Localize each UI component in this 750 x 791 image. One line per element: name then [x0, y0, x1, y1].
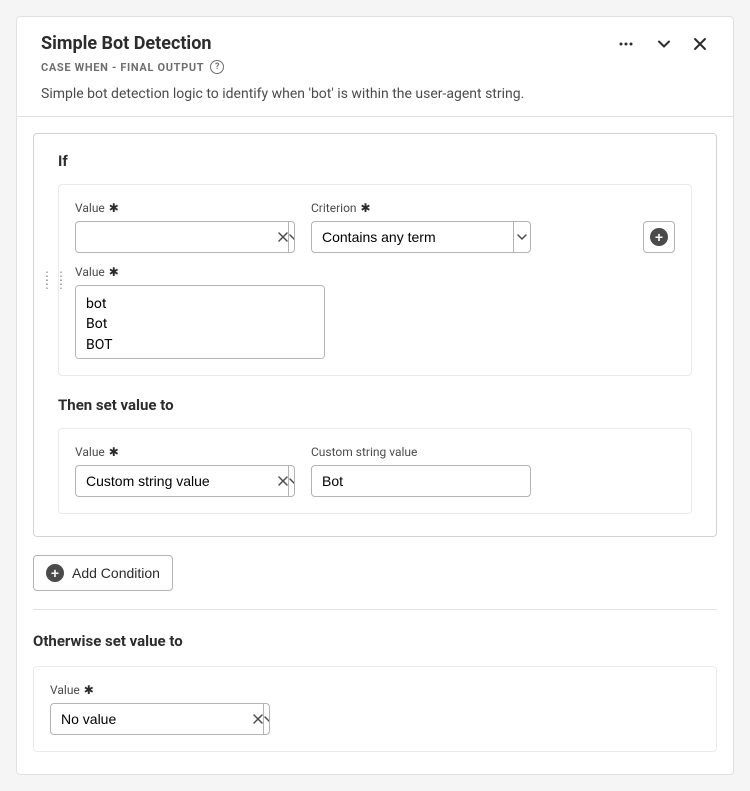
drag-handle-icon[interactable]: ⋮⋮⋮⋮⋮⋮: [41, 274, 69, 286]
then-inner-block: Value ✱: [58, 428, 692, 514]
if-value-label: Value ✱: [75, 201, 295, 215]
clear-button[interactable]: [252, 704, 263, 734]
condition-block: If ⋮⋮⋮⋮⋮⋮ Value ✱: [33, 133, 717, 537]
dropdown-button[interactable]: [288, 466, 295, 496]
x-icon: [253, 714, 263, 724]
panel-description: Simple bot detection logic to identify w…: [41, 86, 709, 102]
otherwise-value-input[interactable]: [51, 704, 252, 734]
panel-header: Simple Bot Detection CASE WHEN - FINAL O…: [17, 17, 733, 117]
plus-icon: +: [650, 228, 668, 246]
chevron-down-icon: [517, 232, 527, 242]
add-condition-label: Add Condition: [72, 565, 160, 581]
custom-string-label: Custom string value: [311, 445, 531, 459]
required-asterisk: ✱: [361, 201, 371, 215]
dropdown-button[interactable]: [513, 222, 530, 252]
then-label: Then set value to: [58, 396, 692, 414]
terms-label: Value ✱: [75, 265, 675, 279]
then-value-input[interactable]: [76, 466, 277, 496]
then-value-combobox[interactable]: [75, 465, 295, 497]
otherwise-value-combobox[interactable]: [50, 703, 270, 735]
x-icon: [278, 476, 288, 486]
dropdown-button[interactable]: [288, 222, 295, 252]
if-value-input[interactable]: [76, 222, 277, 252]
add-criterion-button[interactable]: +: [643, 221, 675, 253]
criterion-combobox[interactable]: [311, 221, 531, 253]
panel-title: Simple Bot Detection: [41, 33, 224, 54]
more-actions-button[interactable]: [615, 33, 637, 55]
help-icon[interactable]: ?: [210, 60, 224, 74]
collapse-button[interactable]: [655, 35, 673, 53]
clear-button[interactable]: [277, 466, 288, 496]
then-value-label: Value ✱: [75, 445, 295, 459]
chevron-down-icon: [289, 232, 295, 242]
if-label: If: [58, 152, 692, 170]
plus-icon: +: [46, 564, 64, 582]
criterion-input[interactable]: [312, 222, 513, 252]
required-asterisk: ✱: [84, 683, 94, 697]
chevron-down-icon: [657, 37, 671, 51]
then-section: Then set value to Value ✱: [58, 396, 692, 514]
clear-button[interactable]: [277, 222, 288, 252]
criterion-label: Criterion ✱: [311, 201, 531, 215]
otherwise-label: Otherwise set value to: [33, 632, 717, 650]
if-inner-block: ⋮⋮⋮⋮⋮⋮ Value ✱: [58, 184, 692, 376]
derived-field-panel: Simple Bot Detection CASE WHEN - FINAL O…: [16, 16, 734, 775]
if-value-combobox[interactable]: [75, 221, 295, 253]
terms-textarea[interactable]: [75, 285, 325, 359]
add-condition-button[interactable]: + Add Condition: [33, 555, 173, 591]
divider: [33, 609, 717, 610]
close-button[interactable]: [691, 35, 709, 53]
panel-body: If ⋮⋮⋮⋮⋮⋮ Value ✱: [17, 117, 733, 768]
more-icon: [617, 35, 635, 53]
otherwise-value-label: Value ✱: [50, 683, 270, 697]
dropdown-button[interactable]: [263, 704, 270, 734]
panel-subtitle: CASE WHEN - FINAL OUTPUT: [41, 61, 204, 74]
close-icon: [693, 37, 707, 51]
custom-string-input[interactable]: [311, 465, 531, 497]
chevron-down-icon: [289, 476, 295, 486]
x-icon: [278, 232, 288, 242]
chevron-down-icon: [264, 714, 270, 724]
required-asterisk: ✱: [109, 201, 119, 215]
required-asterisk: ✱: [109, 445, 119, 459]
required-asterisk: ✱: [109, 265, 119, 279]
otherwise-block: Value ✱: [33, 666, 717, 752]
